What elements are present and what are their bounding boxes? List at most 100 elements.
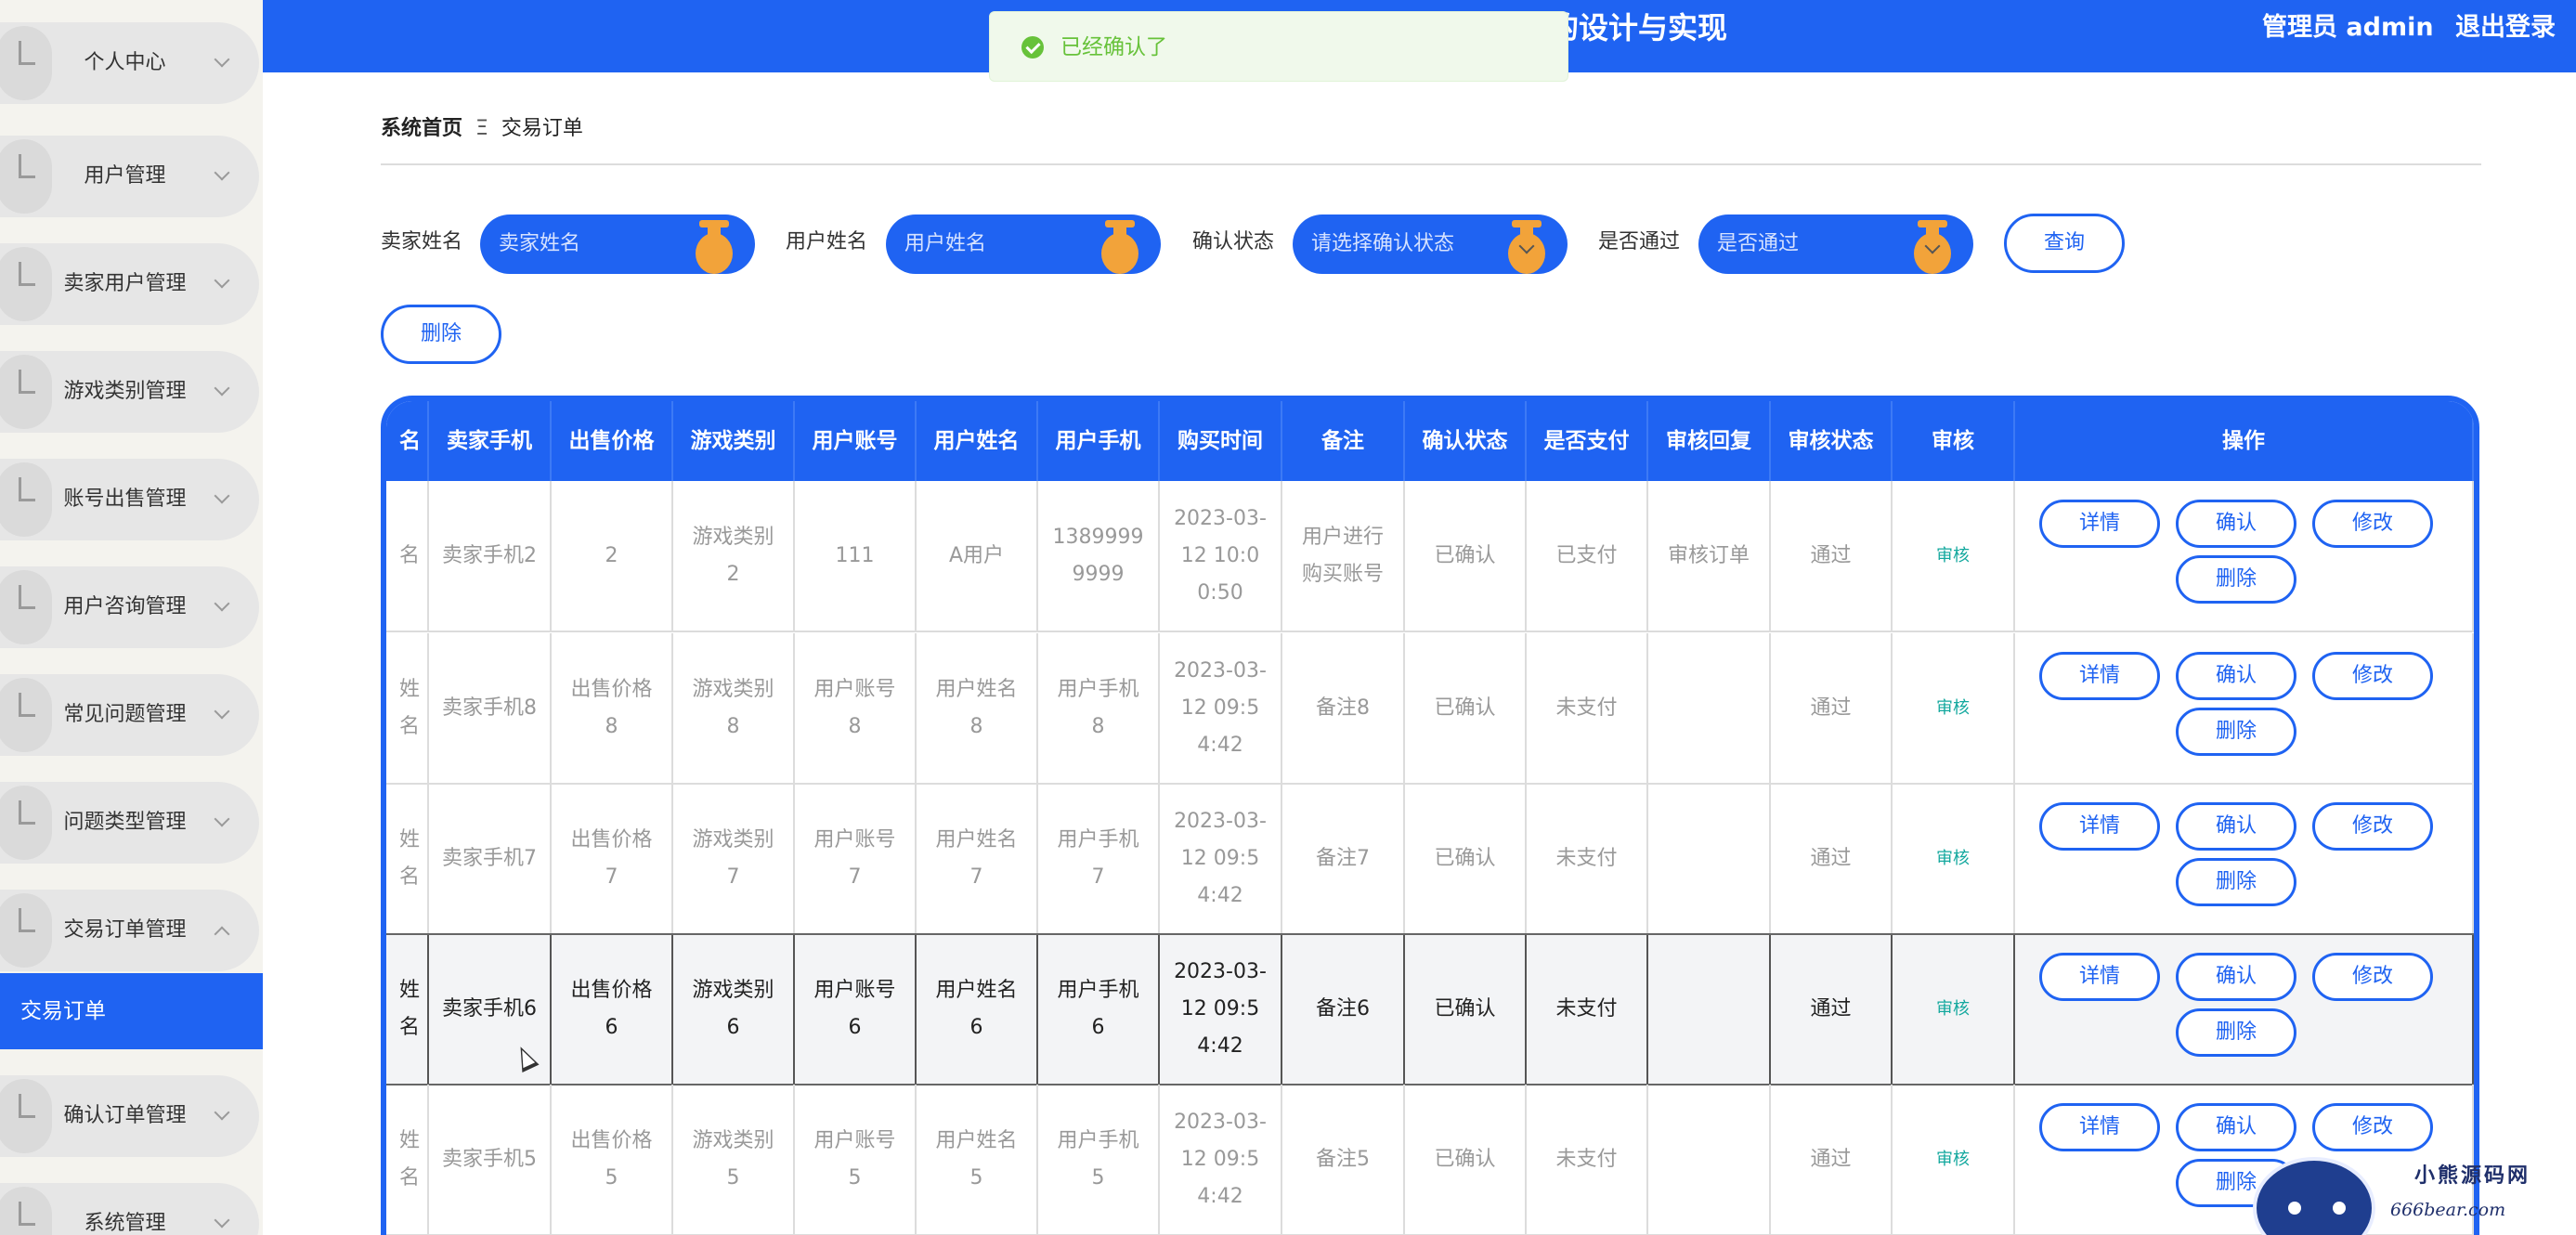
- edit-button[interactable]: 修改: [2312, 1103, 2433, 1151]
- table-row[interactable]: 姓名卖家手机5出售价格5游戏类别5用户账号5用户姓名5用户手机52023-03-…: [386, 1085, 2474, 1235]
- table-cell: 已确认: [1405, 934, 1527, 1085]
- table-cell: 卖家手机8: [429, 633, 552, 784]
- sidebar-item[interactable]: 账号出售管理: [0, 459, 259, 540]
- table-cell: 2023-03-12 09:54:42: [1160, 633, 1282, 784]
- table-cell: 姓名: [386, 1085, 429, 1235]
- table-cell: 游戏类别2: [673, 481, 795, 631]
- audit-link[interactable]: 审核: [1893, 784, 2015, 934]
- table-row[interactable]: 姓名卖家手机6出售价格6游戏类别6用户账号6用户姓名6用户手机62023-03-…: [386, 934, 2474, 1085]
- sidebar-item[interactable]: 系统管理: [0, 1183, 259, 1235]
- breadcrumb-home[interactable]: 系统首页: [381, 117, 462, 140]
- seller-name-input[interactable]: 卖家姓名: [480, 214, 755, 274]
- detail-button[interactable]: 详情: [2039, 802, 2160, 851]
- table-cell: 姓名: [386, 633, 429, 784]
- audit-link[interactable]: 审核: [1893, 633, 2015, 784]
- edit-button[interactable]: 修改: [2312, 953, 2433, 1001]
- detail-button[interactable]: 详情: [2039, 500, 2160, 548]
- table-cell: 用户姓名7: [917, 784, 1038, 934]
- table-cell: 2023-03-12 09:54:42: [1160, 934, 1282, 1085]
- batch-delete-button[interactable]: 删除: [381, 305, 501, 364]
- column-header[interactable]: 出售价格: [552, 401, 673, 481]
- delete-button[interactable]: 删除: [2176, 708, 2296, 756]
- sidebar-item-label: 问题类型管理: [28, 782, 222, 864]
- sidebar-item[interactable]: 用户管理: [0, 136, 259, 217]
- logout-button[interactable]: 退出登录: [2455, 13, 2556, 42]
- watermark-name: 小熊源码网: [2414, 1159, 2530, 1189]
- column-header[interactable]: 卖家手机: [429, 401, 552, 481]
- column-header[interactable]: 确认状态: [1405, 401, 1527, 481]
- table-cell: 已支付: [1527, 481, 1648, 631]
- table-cell: 2023-03-12 09:54:42: [1160, 1085, 1282, 1235]
- sidebar-item[interactable]: 游戏类别管理: [0, 351, 259, 433]
- table-cell: 用户姓名5: [917, 1085, 1038, 1235]
- sidebar-item[interactable]: 问题类型管理: [0, 782, 259, 864]
- edit-button[interactable]: 修改: [2312, 652, 2433, 700]
- column-header[interactable]: 用户手机: [1038, 401, 1160, 481]
- delete-button[interactable]: 删除: [2176, 858, 2296, 906]
- table-cell: 用户姓名6: [917, 934, 1038, 1085]
- column-header[interactable]: 审核状态: [1771, 401, 1893, 481]
- delete-button[interactable]: 删除: [2176, 555, 2296, 604]
- table-cell: 2: [552, 481, 673, 631]
- column-header[interactable]: 备注: [1282, 401, 1405, 481]
- system-title: 的设计与实现: [1549, 0, 1727, 56]
- table-cell: 游戏类别6: [673, 934, 795, 1085]
- column-header[interactable]: 是否支付: [1527, 401, 1648, 481]
- table-cell: 备注7: [1282, 784, 1405, 934]
- column-header[interactable]: 购买时间: [1160, 401, 1282, 481]
- confirm-button[interactable]: 确认: [2176, 802, 2296, 851]
- table-cell: 备注8: [1282, 633, 1405, 784]
- detail-button[interactable]: 详情: [2039, 953, 2160, 1001]
- passed-select[interactable]: 是否通过: [1698, 214, 1973, 274]
- user-name-input[interactable]: 用户姓名: [886, 214, 1161, 274]
- table-cell: 用户手机6: [1038, 934, 1160, 1085]
- detail-button[interactable]: 详情: [2039, 652, 2160, 700]
- column-header[interactable]: 用户姓名: [917, 401, 1038, 481]
- sidebar-item[interactable]: 确认订单管理: [0, 1075, 259, 1157]
- confirm-button[interactable]: 确认: [2176, 652, 2296, 700]
- column-header[interactable]: 用户账号: [795, 401, 917, 481]
- table-cell: 用户手机5: [1038, 1085, 1160, 1235]
- edit-button[interactable]: 修改: [2312, 500, 2433, 548]
- sidebar-item[interactable]: 卖家用户管理: [0, 243, 259, 325]
- toast-message: 已经确认了: [1060, 12, 1167, 83]
- sidebar-item[interactable]: 常见问题管理: [0, 674, 259, 756]
- query-button[interactable]: 查询: [2004, 214, 2125, 273]
- confirm-status-select[interactable]: 请选择确认状态: [1293, 214, 1568, 274]
- table-cell: 卖家手机7: [429, 784, 552, 934]
- table-cell: 游戏类别7: [673, 784, 795, 934]
- sidebar-item-label: 游戏类别管理: [28, 351, 222, 433]
- column-header[interactable]: 操作: [2015, 401, 2474, 481]
- confirm-button[interactable]: 确认: [2176, 500, 2296, 548]
- sidebar-item[interactable]: 交易订单管理: [0, 890, 259, 971]
- table-row[interactable]: 名卖家手机22游戏类别2111A用户138999999992023-03-12 …: [386, 481, 2474, 631]
- table-cell: 未支付: [1527, 1085, 1648, 1235]
- sidebar-item-label: 用户管理: [28, 136, 222, 217]
- column-header[interactable]: 审核: [1893, 401, 2015, 481]
- column-header[interactable]: 名: [386, 401, 429, 481]
- confirm-button[interactable]: 确认: [2176, 1103, 2296, 1151]
- detail-button[interactable]: 详情: [2039, 1103, 2160, 1151]
- table-header: 名卖家手机出售价格游戏类别用户账号用户姓名用户手机购买时间备注确认状态是否支付审…: [386, 401, 2474, 481]
- sidebar-item[interactable]: 用户咨询管理: [0, 566, 259, 648]
- table-row[interactable]: 姓名卖家手机8出售价格8游戏类别8用户账号8用户姓名8用户手机82023-03-…: [386, 633, 2474, 784]
- confirm-status-placeholder: 请选择确认状态: [1311, 214, 1454, 274]
- edit-button[interactable]: 修改: [2312, 802, 2433, 851]
- column-header[interactable]: 审核回复: [1648, 401, 1771, 481]
- sidebar-subitem-orders[interactable]: 交易订单: [0, 973, 263, 1049]
- confirm-button[interactable]: 确认: [2176, 953, 2296, 1001]
- table-row[interactable]: 姓名卖家手机7出售价格7游戏类别7用户账号7用户姓名7用户手机72023-03-…: [386, 784, 2474, 934]
- table-cell: 2023-03-12 10:00:50: [1160, 481, 1282, 631]
- sidebar-item[interactable]: 个人中心: [0, 22, 259, 104]
- table-cell: 2023-03-12 09:54:42: [1160, 784, 1282, 934]
- audit-link[interactable]: 审核: [1893, 481, 2015, 631]
- table-cell: 未支付: [1527, 934, 1648, 1085]
- sidebar-item-label: 个人中心: [28, 22, 222, 104]
- watermark: 小熊源码网 666bear.com: [2253, 1151, 2576, 1235]
- audit-link[interactable]: 审核: [1893, 934, 2015, 1085]
- column-header[interactable]: 游戏类别: [673, 401, 795, 481]
- table-cell: 用户账号7: [795, 784, 917, 934]
- audit-link[interactable]: 审核: [1893, 1085, 2015, 1235]
- delete-button[interactable]: 删除: [2176, 1008, 2296, 1057]
- table-cell: 通过: [1771, 1085, 1893, 1235]
